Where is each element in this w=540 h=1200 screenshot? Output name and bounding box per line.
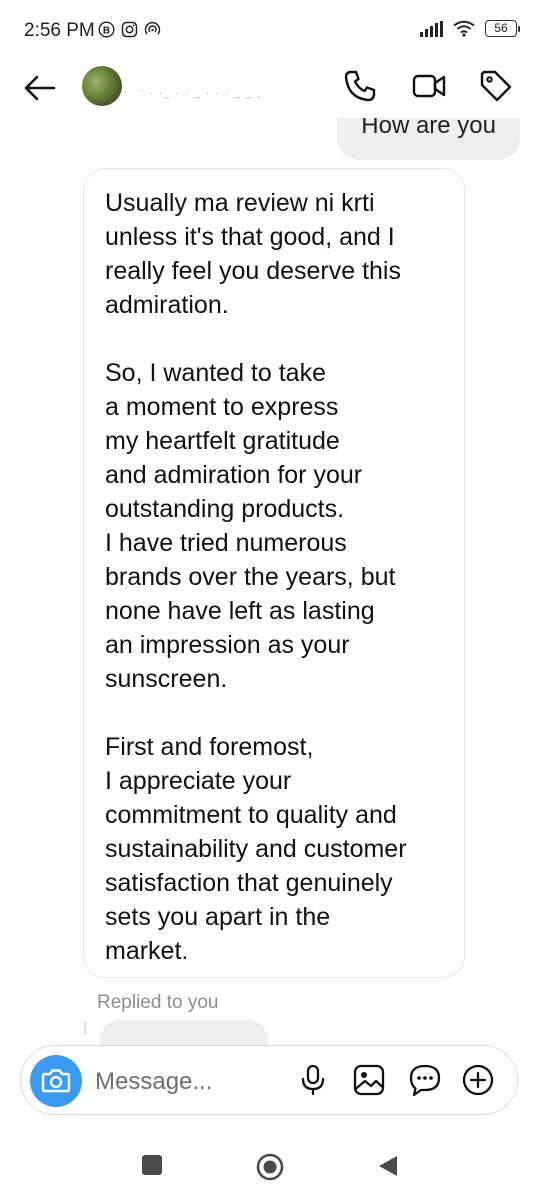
battery-icon: 56 [485, 20, 520, 37]
camera-button[interactable] [30, 1055, 82, 1107]
instagram-icon [121, 21, 138, 38]
outgoing-message-bubble[interactable]: How are you [337, 118, 520, 160]
signal-icon [420, 20, 443, 37]
replied-label: Replied to you [97, 992, 219, 1013]
chat-header: ´ · ·_ · · _ · · · _ _ ¸ [0, 60, 540, 116]
status-time: 2:56 PM [24, 20, 95, 41]
avatar[interactable] [82, 66, 122, 106]
b-circle-icon: B [98, 21, 115, 38]
home-icon[interactable] [256, 1153, 284, 1181]
incoming-message-bubble[interactable]: Usually ma review ni krti unless it's th… [83, 168, 465, 978]
message-paragraph: Usually ma review ni krti unless it's th… [105, 189, 401, 319]
contact-username[interactable]: ´ · ·_ · · _ · · · _ _ ¸ [140, 88, 263, 98]
gallery-icon[interactable] [352, 1063, 386, 1097]
battery-level: 56 [485, 20, 517, 37]
microphone-icon[interactable] [296, 1063, 330, 1097]
tag-icon[interactable] [478, 68, 514, 104]
message-paragraph: First and foremost, I appreciate your co… [105, 733, 407, 965]
hotspot-icon [144, 21, 161, 35]
phone-icon[interactable] [342, 68, 378, 104]
message-paragraph: So, I wanted to take a moment to express… [105, 359, 396, 693]
back-icon[interactable] [377, 1154, 399, 1178]
status-bar: 2:56 PM B 56 [0, 0, 540, 60]
recents-icon[interactable] [141, 1154, 163, 1176]
camera-icon [41, 1069, 71, 1093]
add-icon[interactable] [461, 1063, 495, 1097]
back-arrow-icon[interactable] [22, 72, 56, 104]
message-input[interactable] [93, 1059, 287, 1105]
svg-text:B: B [103, 25, 110, 36]
reply-quote-bar [84, 1022, 86, 1034]
message-composer [20, 1045, 518, 1115]
outgoing-message-text: How are you [361, 118, 496, 139]
system-nav-bar [0, 1130, 540, 1200]
sticker-icon[interactable] [408, 1063, 442, 1097]
video-icon[interactable] [411, 68, 447, 104]
wifi-icon [453, 20, 475, 37]
